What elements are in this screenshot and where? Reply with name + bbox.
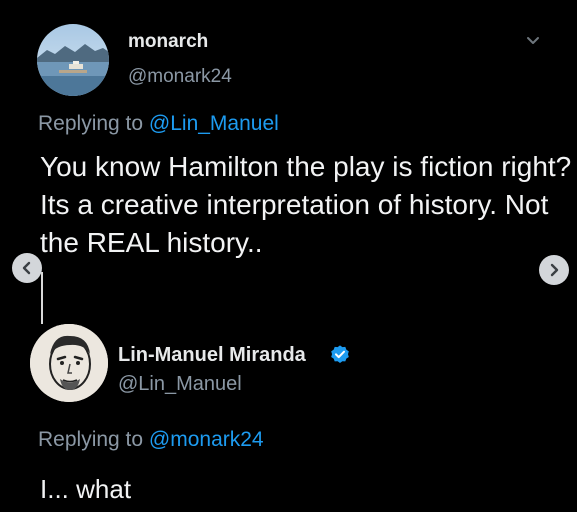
avatar-monarch[interactable] (37, 24, 109, 96)
display-name[interactable]: monarch (128, 31, 208, 53)
tweet-reply: Lin-Manuel Miranda @Lin_Manuel Replying … (0, 300, 577, 512)
display-name[interactable]: Lin-Manuel Miranda (118, 344, 306, 367)
chevron-left-icon (22, 261, 31, 275)
avatar-lin-manuel[interactable] (30, 324, 108, 402)
replying-to: Replying to @monark24 (38, 428, 264, 452)
user-handle[interactable]: @monark24 (128, 66, 232, 88)
verified-badge-icon (331, 345, 349, 363)
replying-to-mention[interactable]: @Lin_Manuel (149, 112, 279, 135)
next-button[interactable] (539, 255, 569, 285)
replying-to-mention[interactable]: @monark24 (149, 428, 264, 451)
portrait-sketch-icon (30, 324, 108, 402)
replying-to: Replying to @Lin_Manuel (38, 112, 279, 136)
user-handle[interactable]: @Lin_Manuel (118, 373, 242, 396)
tweet-text: You know Hamilton the play is fiction ri… (40, 151, 572, 258)
replying-to-label: Replying to (38, 112, 144, 135)
prev-button[interactable] (12, 253, 42, 283)
chevron-right-icon (550, 263, 559, 277)
lake-photo-icon (37, 24, 109, 96)
chevron-down-icon[interactable] (525, 33, 541, 49)
tweet-text: I... what (40, 474, 132, 504)
replying-to-label: Replying to (38, 428, 144, 451)
tweet-original: monarch @monark24 Replying to @Lin_Manue… (0, 0, 577, 270)
